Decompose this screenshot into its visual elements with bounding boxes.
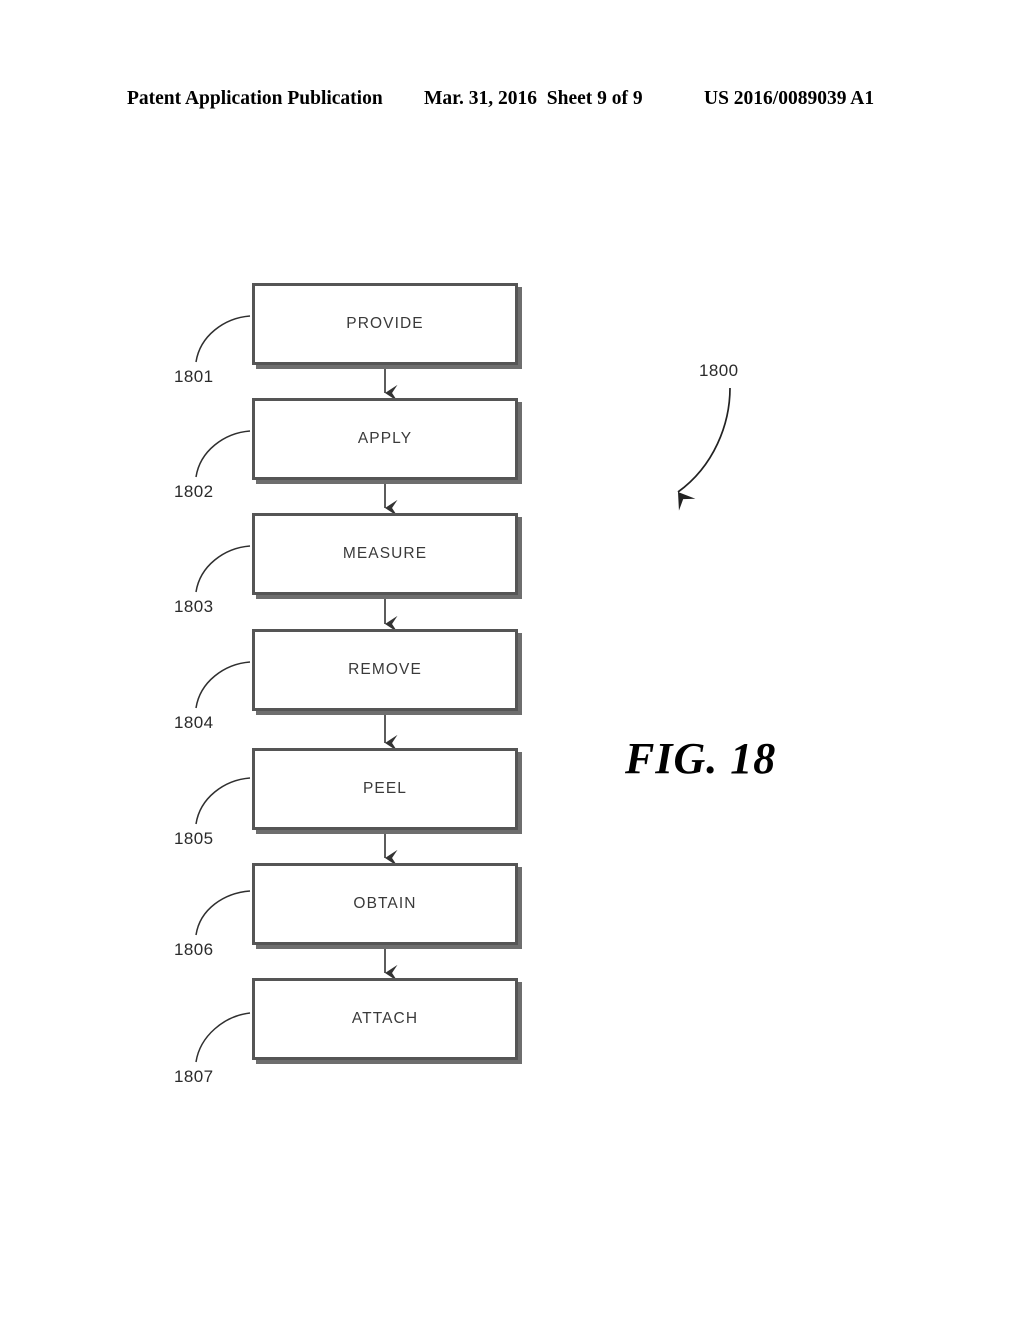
leader-line-1803 [195, 545, 251, 593]
flow-step-label: ATTACH [351, 1010, 419, 1027]
overall-reference-arrow [677, 387, 731, 511]
flow-step-label: MEASURE [342, 545, 428, 562]
reference-numeral-1806: 1806 [174, 940, 214, 959]
reference-numeral-1804: 1804 [174, 713, 214, 732]
flow-step-label: PEEL [362, 780, 408, 797]
leader-line-1802 [195, 430, 251, 478]
flow-step-remove[interactable]: REMOVE [252, 629, 518, 711]
flow-step-obtain[interactable]: OBTAIN [252, 863, 518, 945]
leader-line-1805 [195, 777, 251, 825]
flow-step-label: REMOVE [348, 661, 422, 678]
reference-numeral-1807: 1807 [174, 1067, 214, 1086]
leader-line-1807 [195, 1012, 251, 1063]
flow-step-label: APPLY [357, 430, 413, 447]
flow-step-attach[interactable]: ATTACH [252, 978, 518, 1060]
reference-numeral-1805: 1805 [174, 829, 214, 848]
patent-figure-18: PROVIDE APPLY MEASURE REMOVE PEEL OBTAIN… [0, 0, 1024, 1320]
figure-caption: FIG. 18 [625, 734, 777, 783]
reference-numeral-1803: 1803 [174, 597, 214, 616]
flow-step-peel[interactable]: PEEL [252, 748, 518, 830]
reference-numeral-1802: 1802 [174, 482, 214, 501]
flow-step-measure[interactable]: MEASURE [252, 513, 518, 595]
flow-step-label: PROVIDE [346, 315, 424, 332]
reference-numeral-1801: 1801 [174, 367, 214, 386]
leader-line-1801 [195, 315, 251, 363]
flow-step-label: OBTAIN [353, 895, 417, 912]
leader-line-1806 [195, 890, 251, 936]
flow-step-provide[interactable]: PROVIDE [252, 283, 518, 365]
reference-numeral-1800: 1800 [699, 361, 739, 380]
flow-step-apply[interactable]: APPLY [252, 398, 518, 480]
leader-line-1804 [195, 661, 251, 709]
